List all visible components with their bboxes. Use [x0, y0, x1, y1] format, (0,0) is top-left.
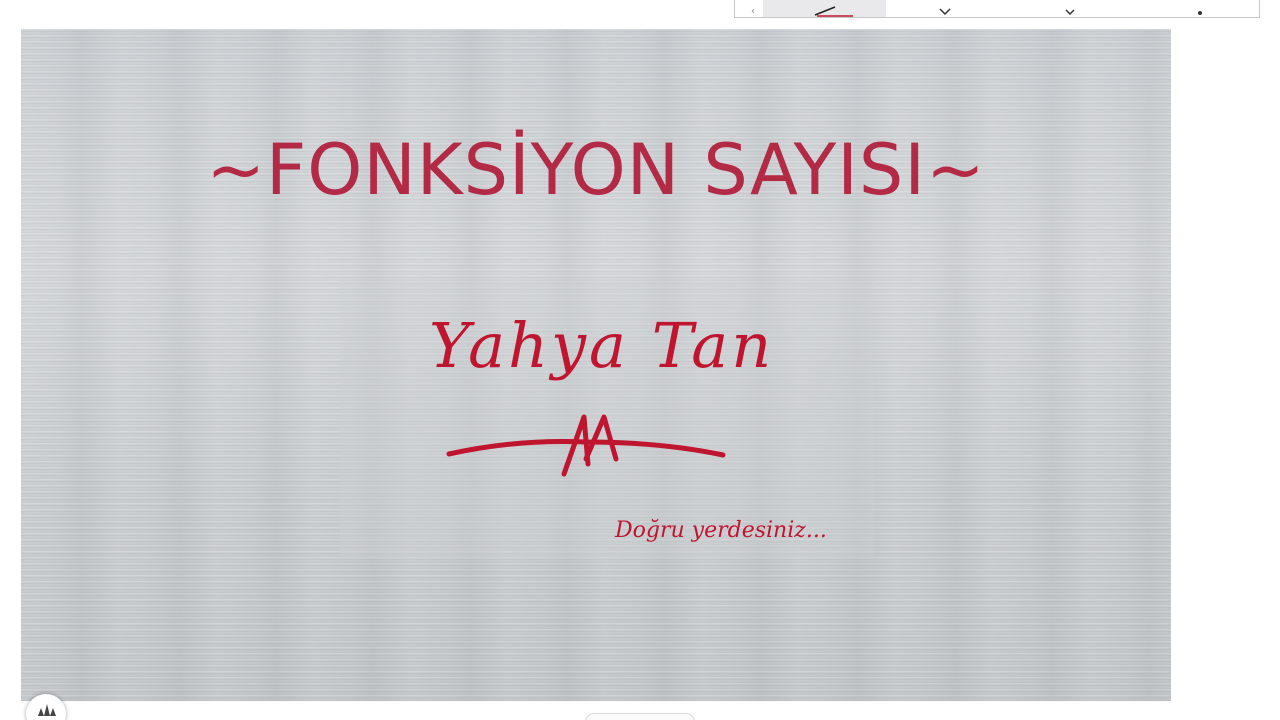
back-button[interactable]: ‹ — [743, 0, 763, 17]
lasso-tool-button[interactable] — [1060, 0, 1080, 17]
eraser-tool-button[interactable] — [935, 0, 955, 17]
eraser-icon — [939, 8, 951, 16]
tagline: Doğru yerdesiniz... — [615, 518, 827, 543]
page-navigation[interactable] — [585, 713, 695, 720]
lasso-icon — [1065, 9, 1075, 16]
app-window: ‹ ~FONKSİYON SAYISI~ Yahya Tan Doğru yer… — [0, 0, 1280, 720]
more-icon — [1198, 11, 1202, 15]
drawing-toolbar: ‹ — [734, 0, 1260, 18]
chevron-left-icon: ‹ — [751, 6, 755, 17]
slide-title: ~FONKSİYON SAYISI~ — [206, 129, 986, 211]
pen-icon — [814, 6, 853, 17]
more-tools-button[interactable] — [1190, 0, 1210, 17]
pen-tool-button[interactable] — [763, 0, 886, 17]
author-logo — [446, 414, 726, 477]
pens-icon — [38, 704, 56, 716]
author-name: Yahya Tan — [429, 309, 775, 382]
slide-canvas[interactable]: ~FONKSİYON SAYISI~ Yahya Tan Doğru yerde… — [21, 29, 1171, 701]
